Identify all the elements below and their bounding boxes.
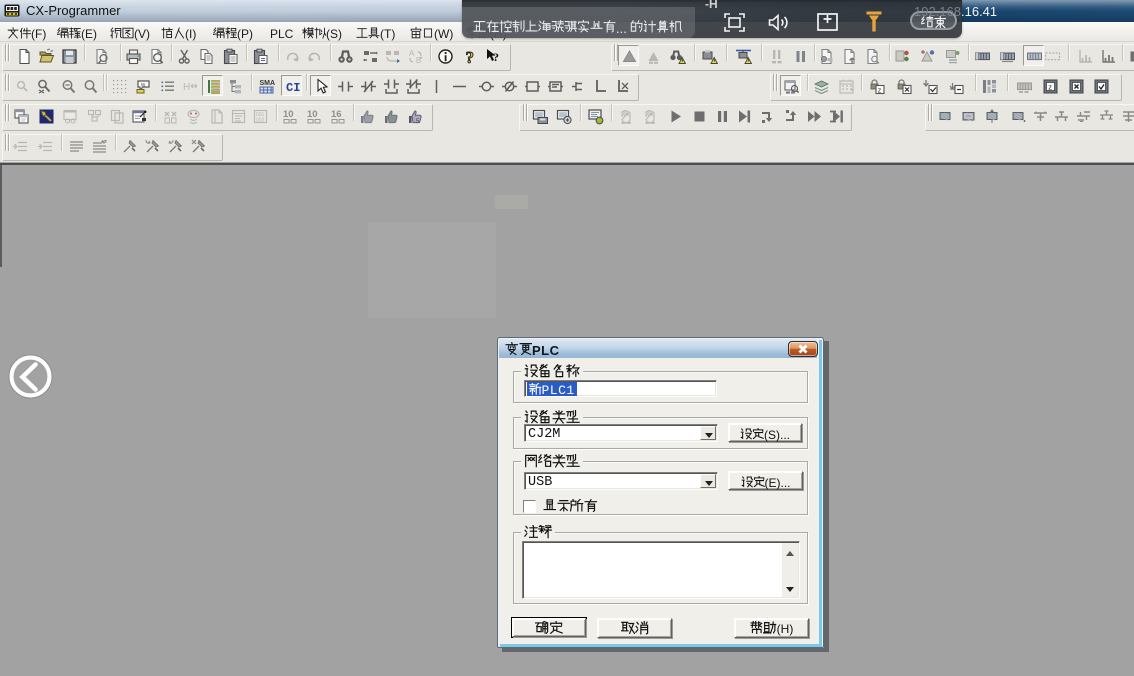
svg-text:002: 002 (256, 118, 265, 124)
svg-text:10: 10 (307, 109, 318, 120)
svg-text:z: z (878, 87, 882, 94)
svg-text:16: 16 (331, 109, 342, 120)
svg-text:CI: CI (286, 81, 300, 95)
svg-text:SMA: SMA (260, 80, 276, 87)
svg-text:?: ? (493, 50, 499, 64)
svg-text:z: z (1048, 83, 1052, 92)
svg-text:A: A (409, 49, 415, 58)
svg-text:H: H (183, 82, 190, 93)
svg-text:?: ? (466, 48, 475, 65)
svg-text:10: 10 (283, 109, 294, 120)
svg-text:w: w (140, 83, 146, 89)
